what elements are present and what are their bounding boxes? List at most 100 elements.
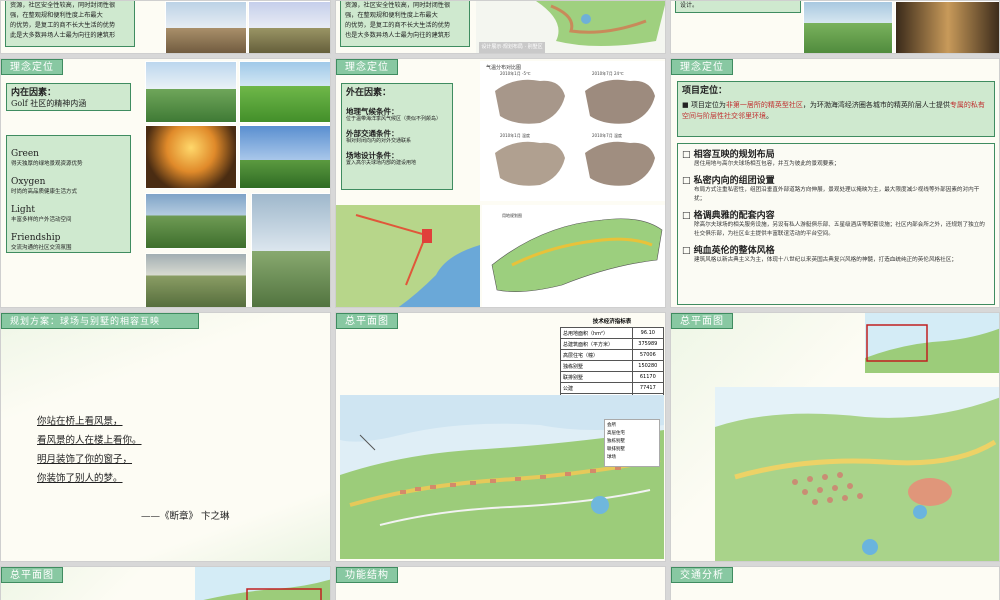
box-heading: 外在因素： bbox=[346, 88, 392, 98]
section-desc: 位于温带海洋季风气候区（类似不列颠岛） bbox=[346, 116, 442, 122]
slide-masterplan[interactable]: 总平面图 技术经济指标表 总用地面积（hm²） 96.10 总建筑面积（平方米） 37… bbox=[335, 312, 666, 562]
legend-item: 独栋别墅 bbox=[607, 439, 625, 444]
map-legend: 会所 高层住宅 独栋别墅 联排别墅 球场 bbox=[604, 419, 660, 467]
section-desc: 置入高尔夫球场内部的建设用地 bbox=[346, 160, 417, 166]
strategy-heading: 相容互映的规划布局 bbox=[693, 150, 775, 160]
table-row: 独栋别墅 150280 bbox=[560, 360, 665, 372]
keyword-item: Oxygen 时尚的高品质健康生活方式 bbox=[11, 177, 126, 197]
slide-title-tag: 理念定位 bbox=[1, 59, 63, 75]
slide-thumb-2[interactable]: 资源，社区安全性较高，同时封闭性很 强，在整观规和便利性度上布最大 的优势，是复… bbox=[335, 0, 666, 54]
positioning-text: ■ 项目定位为非第一居所的精英型社区，为环渤海湾经济圈各城市的精英阶层人士提供专… bbox=[682, 101, 985, 120]
site-location-map bbox=[336, 205, 480, 307]
text-line: 强，在整观规和便利性度上布最大 bbox=[10, 12, 103, 19]
golf-green-photo bbox=[239, 61, 330, 123]
keyword-desc: 交流沟通的社区交流氛围 bbox=[11, 245, 72, 251]
slide-thumb-row4-1[interactable]: 总平面图 bbox=[0, 566, 331, 600]
slide-thumb-row4-3[interactable]: 交通分析 bbox=[670, 566, 1000, 600]
legend-item: 联排别墅 bbox=[607, 447, 625, 452]
strategy-item: □ 私密内向的组团设置 布局方式注重私密性，组团沿垂直外部道路方向伸展，景观处理… bbox=[682, 177, 990, 204]
table-row: 总用地面积（hm²） 96.10 bbox=[560, 327, 665, 339]
poem-attribution: ——《断章》 卞之琳 bbox=[141, 511, 230, 522]
text-box: 设计。 bbox=[675, 1, 801, 13]
keyword-word: Green bbox=[11, 149, 39, 159]
slide-concept-inner[interactable]: 理念定位 内在因素： Golf 社区的精神内涵 Green 得天独厚的绿地景观资… bbox=[0, 58, 331, 308]
text-line: 强，在整观规和便利性度上布最大 bbox=[345, 12, 438, 19]
clubhouse-photo bbox=[803, 1, 893, 53]
text-line: 的优势，是复工的商不长大生活的优势 bbox=[10, 22, 116, 29]
slide-title-tag: 理念定位 bbox=[671, 59, 733, 75]
slide-concept-position[interactable]: 理念定位 项目定位： ■ 项目定位为非第一居所的精英型社区，为环渤海湾经济圈各城… bbox=[670, 58, 1000, 308]
poem-line: 你装饰了别人的梦。 bbox=[37, 473, 123, 484]
slide-concept-outer[interactable]: 理念定位 外在因素： 地理气候条件： 位于温带海洋季风气候区（类似不列颠岛） 外… bbox=[335, 58, 666, 308]
slide-thumb-3[interactable]: 设计。 bbox=[670, 0, 1000, 54]
slide-title-tag: 理念定位 bbox=[336, 59, 398, 75]
slide-title-tag: 总平面图 bbox=[1, 567, 63, 583]
poem-line: 看风景的人在楼上看你。 bbox=[37, 435, 142, 446]
keywords-box: Green 得天独厚的绿地景观资源优势 Oxygen 时尚的高品质健康生活方式 … bbox=[6, 135, 131, 253]
golfer-swing-photo bbox=[239, 125, 330, 189]
keyword-desc: 得天独厚的绿地景观资源优势 bbox=[11, 161, 83, 167]
table-row: 高层住宅（幢） 57006 bbox=[560, 349, 665, 361]
text-run: 项目定位为 bbox=[690, 101, 726, 109]
text-line: 资源，社区安全性较高，同时封闭性很 bbox=[10, 2, 116, 9]
slide-title-tag: 总平面图 bbox=[336, 313, 398, 329]
table-row: 联排别墅 61170 bbox=[560, 371, 665, 383]
strategy-desc: 布局方式注重私密性，组团沿垂直外部道路方向伸展，景观处理以掩映为主，最大限度减少… bbox=[694, 187, 980, 202]
table-cell-value: 150280 bbox=[631, 360, 665, 372]
strategy-list-box: □ 相容互映的规划布局 居住用地与高尔夫球场相互包容，并互为彼此的景观要素； □… bbox=[677, 143, 995, 305]
legend-item: 会所 bbox=[607, 423, 616, 428]
key-plan-map bbox=[865, 313, 999, 373]
box-heading: 项目定位： bbox=[682, 86, 728, 96]
sunset-golf-photo bbox=[145, 125, 237, 189]
keyword-item: Friendship 交流沟通的社区交流氛围 bbox=[11, 233, 126, 253]
strategy-desc: 居住用地与高尔夫球场相互包容，并互为彼此的景观要素； bbox=[694, 161, 840, 167]
slide-title-tag: 总平面图 bbox=[671, 313, 733, 329]
legend-item: 球场 bbox=[607, 455, 616, 460]
strategy-heading: 纯血英伦的整体风格 bbox=[693, 246, 775, 256]
slide-thumb-row4-2[interactable]: 功能结构 bbox=[335, 566, 666, 600]
slide-title-tag: 交通分析 bbox=[671, 567, 733, 583]
interior-photo bbox=[895, 1, 999, 53]
strategy-item: □ 相容互映的规划布局 居住用地与高尔夫球场相互包容，并互为彼此的景观要素； bbox=[682, 151, 990, 169]
text-run: ，为环渤海湾经济圈各城市的精英阶层人士提供 bbox=[802, 101, 950, 109]
watermark: 设计展示·规划布局 · 别墅区 bbox=[479, 42, 545, 53]
slide-masterplan-detail[interactable]: 总平面图 bbox=[670, 312, 1000, 562]
table-cell-value: 375989 bbox=[631, 338, 665, 350]
slide-title-tag: 规划方案：球场与别墅的相容互映 bbox=[1, 313, 199, 329]
text-line: 此是大多数异场人士最为向往的建筑形 bbox=[10, 32, 116, 39]
keyword-item: Light 丰富多样的户外活动空间 bbox=[11, 205, 126, 225]
outer-factors-box: 外在因素： 地理气候条件： 位于温带海洋季风气候区（类似不列颠岛） 外部交通条件… bbox=[341, 83, 453, 190]
table-cell-value: 61170 bbox=[631, 371, 665, 383]
section-heading: 场地设计条件： bbox=[346, 151, 399, 160]
legend-item: 高层住宅 bbox=[607, 431, 625, 436]
key-plan-map bbox=[195, 567, 330, 600]
table-cell-value: 96.10 bbox=[631, 327, 665, 339]
detailed-site-plan bbox=[715, 387, 999, 561]
strategy-desc: 建筑风格以新古典主义为主，体现十八世纪以来英国古典复兴风格的神髓，打造血统纯正的… bbox=[694, 257, 957, 263]
text-run-highlight: 非第一居所的精英型社区 bbox=[725, 101, 803, 109]
keyword-word: Light bbox=[11, 205, 36, 215]
slide-title-tag: 功能结构 bbox=[336, 567, 398, 583]
slide-thumb-1[interactable]: 资源，社区安全性较高，同时封闭性很 强，在整观规和便利性度上布最大 的优势，是复… bbox=[0, 0, 331, 54]
text-line: 的优势，是复工的商不长大生活的优势 bbox=[345, 22, 451, 29]
poem-line: 你站在桥上看风景， bbox=[37, 416, 123, 427]
table-cell-value: 77417 bbox=[631, 382, 665, 394]
table-title: 技术经济指标表 bbox=[592, 319, 632, 325]
keyword-item: Green 得天独厚的绿地景观资源优势 bbox=[11, 149, 126, 169]
keyword-desc: 丰富多样的户外活动空间 bbox=[11, 217, 72, 223]
table-cell-label: 独栋别墅 bbox=[560, 360, 633, 372]
strategy-heading: 格调典雅的配套内容 bbox=[693, 211, 775, 221]
text-line: 也是大多数异场人士最为向往的建筑形 bbox=[345, 32, 451, 39]
table-cell-label: 总建筑面积（平方米） bbox=[560, 338, 633, 350]
strategy-item: □ 格调典雅的配套内容 除高尔夫球场的相关服务设施，另设有私人游艇俱乐部、五星级… bbox=[682, 212, 990, 239]
villa-photo bbox=[248, 1, 330, 53]
poem-block: 你站在桥上看风景， 看风景的人在楼上看你。 明月装饰了你的窗子， 你装饰了别人的… bbox=[37, 412, 142, 488]
positioning-box: 项目定位： ■ 项目定位为非第一居所的精英型社区，为环渤海湾经济圈各城市的精英阶… bbox=[677, 81, 995, 137]
keyword-word: Friendship bbox=[11, 233, 61, 243]
slide-poem[interactable]: 规划方案：球场与别墅的相容互映 你站在桥上看风景， 看风景的人在楼上看你。 明月… bbox=[0, 312, 331, 562]
villa-photo bbox=[165, 1, 247, 53]
box-subheading: Golf 社区的精神内涵 bbox=[11, 99, 87, 108]
economic-indicators-table: 总用地面积（hm²） 96.10 总建筑面积（平方米） 375989 高层住宅（幢） 57… bbox=[560, 327, 665, 405]
table-cell-label: 总用地面积（hm²） bbox=[560, 327, 633, 339]
poem-line: 明月装饰了你的窗子， bbox=[37, 454, 133, 465]
